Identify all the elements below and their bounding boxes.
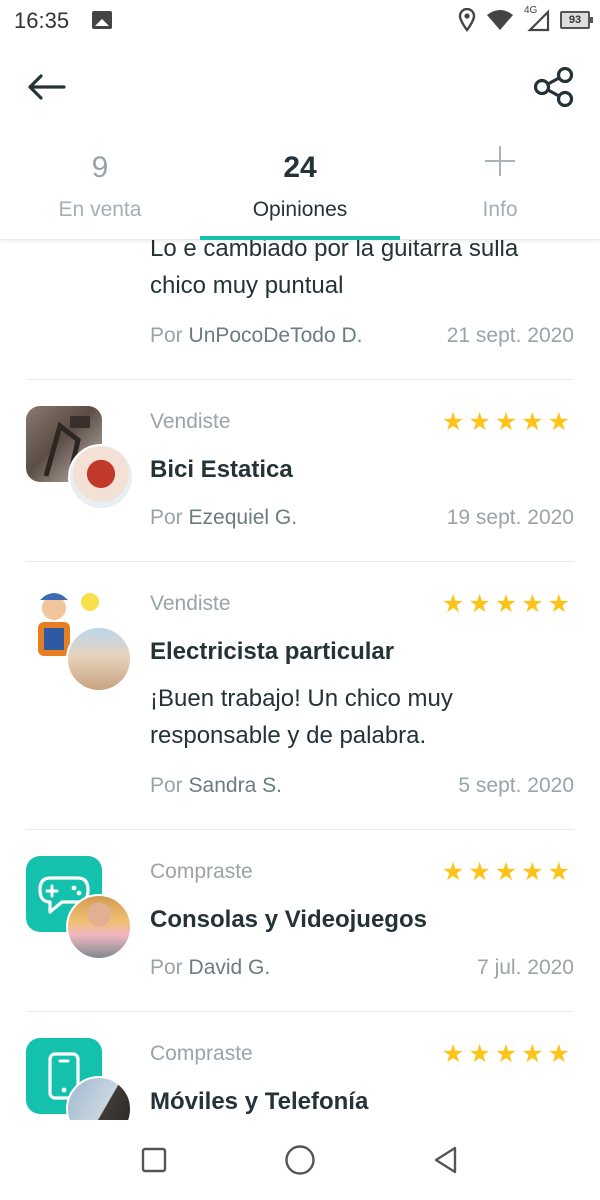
star-icon: ★ — [521, 590, 544, 618]
status-icons: 4G 93 — [458, 5, 593, 34]
location-icon — [458, 8, 476, 32]
review-date: 19 sept. 2020 — [446, 506, 574, 529]
tab-label: En venta — [58, 198, 142, 221]
star-icon: ★ — [547, 590, 570, 618]
tab-count: 9 — [91, 151, 109, 184]
star-icon: ★ — [547, 858, 570, 886]
review-comment: Lo e cambiado por la guitarra sulla chic… — [150, 240, 519, 299]
star-icon: ★ — [468, 590, 491, 618]
home-button[interactable] — [280, 1140, 320, 1180]
review-date: 7 jul. 2020 — [477, 956, 574, 979]
star-icon: ★ — [494, 590, 518, 618]
review-item[interactable]: Compraste ★ ★ ★ ★ ★ Móviles y Telefonía — [26, 1012, 574, 1120]
status-bar: 16:35 4G 93 — [0, 0, 600, 42]
item-title: Electricista particular — [150, 638, 395, 665]
avatar — [68, 444, 134, 510]
wifi-icon — [487, 10, 513, 30]
star-icon: ★ — [441, 1040, 465, 1068]
rating-stars: ★ ★ ★ ★ ★ — [442, 1042, 570, 1067]
star-icon: ★ — [441, 408, 465, 436]
author-name[interactable]: Ezequiel G. — [189, 506, 298, 529]
star-icon: ★ — [494, 1040, 518, 1068]
system-nav-bar — [0, 1120, 600, 1200]
status-time: 16:35 — [14, 8, 70, 33]
author-name[interactable]: UnPocoDeTodo D. — [189, 324, 363, 347]
back-nav-button[interactable] — [426, 1140, 466, 1180]
by-prefix: Por — [150, 324, 183, 347]
image-notification-icon — [92, 11, 112, 29]
back-nav-icon — [434, 1146, 457, 1174]
avatar — [70, 240, 130, 242]
review-author: Por UnPocoDeTodo D. — [150, 324, 362, 348]
review-date: 21 sept. 2020 — [446, 324, 574, 347]
review-author: Por David G. — [150, 956, 270, 980]
review-comment: ¡Buen trabajo! Un chico muy responsable … — [150, 685, 453, 749]
rating-stars: ★ ★ ★ ★ ★ — [442, 410, 570, 435]
transaction-type: Vendiste — [150, 410, 231, 433]
star-icon: ★ — [468, 858, 491, 886]
back-button[interactable] — [20, 64, 72, 110]
star-icon: ★ — [521, 408, 544, 436]
review-date: 5 sept. 2020 — [458, 774, 574, 797]
avatar — [66, 894, 132, 960]
star-icon: ★ — [468, 1040, 491, 1068]
by-prefix: Por — [150, 506, 183, 529]
reviews-list[interactable]: Lo e cambiado por la guitarra sulla chic… — [0, 240, 600, 1120]
author-name[interactable]: David G. — [189, 956, 271, 979]
star-icon: ★ — [521, 1040, 544, 1068]
tab-opiniones[interactable]: 24 Opiniones — [200, 132, 400, 240]
transaction-type: Vendiste — [150, 592, 231, 615]
profile-tabs: 9 En venta 24 Opiniones Info — [0, 132, 600, 240]
item-title: Móviles y Telefonía — [150, 1088, 369, 1115]
tab-count: 24 — [283, 151, 317, 184]
back-arrow-icon — [28, 74, 66, 100]
review-item[interactable]: Vendiste ★ ★ ★ ★ ★ Bici Estatica Por Eze… — [26, 380, 574, 562]
star-icon: ★ — [494, 408, 518, 436]
by-prefix: Por — [150, 774, 183, 797]
review-author: Por Ezequiel G. — [150, 506, 297, 530]
star-icon: ★ — [547, 408, 570, 436]
rating-stars: ★ ★ ★ ★ ★ — [442, 592, 570, 617]
tab-label: Opiniones — [252, 198, 348, 221]
review-item[interactable]: Vendiste ★ ★ ★ ★ ★ Electricista particul… — [26, 562, 574, 830]
item-title: Bici Estatica — [150, 456, 293, 483]
transaction-type: Compraste — [150, 860, 253, 883]
tab-en-venta[interactable]: 9 En venta — [0, 132, 200, 239]
by-prefix: Por — [150, 956, 183, 979]
share-button[interactable] — [528, 62, 580, 112]
star-icon: ★ — [521, 858, 544, 886]
star-icon: ★ — [547, 1040, 570, 1068]
tab-label: Info — [482, 198, 518, 221]
signal-icon: 4G — [524, 5, 550, 32]
share-icon — [533, 67, 574, 107]
star-icon: ★ — [468, 408, 491, 436]
review-item[interactable]: Lo e cambiado por la guitarra sulla chic… — [26, 240, 574, 380]
recent-apps-icon — [141, 1147, 167, 1173]
home-icon — [285, 1145, 315, 1175]
battery-icon: 93 — [560, 11, 593, 29]
avatar — [66, 626, 132, 692]
plus-icon — [485, 146, 515, 176]
star-icon: ★ — [441, 590, 465, 618]
star-icon: ★ — [441, 858, 465, 886]
tab-info[interactable]: Info — [400, 132, 600, 239]
star-icon: ★ — [494, 858, 518, 886]
review-author: Por Sandra S. — [150, 774, 282, 798]
item-title: Consolas y Videojuegos — [150, 906, 427, 933]
top-bar — [0, 42, 600, 132]
author-name[interactable]: Sandra S. — [189, 774, 282, 797]
transaction-type: Compraste — [150, 1042, 253, 1065]
review-item[interactable]: Compraste ★ ★ ★ ★ ★ Consolas y Videojueg… — [26, 830, 574, 1012]
recent-apps-button[interactable] — [134, 1140, 174, 1180]
rating-stars: ★ ★ ★ ★ ★ — [442, 860, 570, 885]
